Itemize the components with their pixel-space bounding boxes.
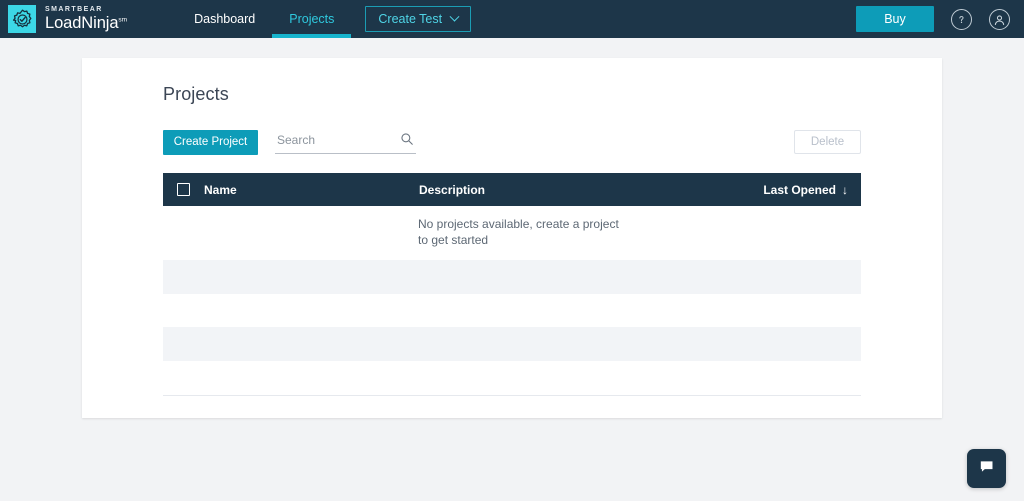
chat-bubble-icon bbox=[977, 457, 996, 481]
nav-tab-projects[interactable]: Projects bbox=[272, 0, 351, 38]
nav-right-actions: Buy bbox=[856, 6, 1024, 32]
nav-tabs: Dashboard Projects bbox=[177, 0, 351, 38]
card-inner: Projects Create Project Delete bbox=[82, 58, 942, 396]
brand-product: LoadNinjasm bbox=[45, 15, 127, 32]
buy-button[interactable]: Buy bbox=[856, 6, 934, 32]
table-footer-divider bbox=[163, 395, 861, 396]
nav-tab-projects-label: Projects bbox=[289, 12, 334, 26]
projects-toolbar: Create Project Delete bbox=[163, 129, 861, 155]
brand-company: SMARTBEAR bbox=[45, 6, 127, 13]
top-navigation-bar: SMARTBEAR LoadNinjasm Dashboard Projects… bbox=[0, 0, 1024, 38]
search-icon[interactable] bbox=[400, 132, 414, 151]
projects-table: Name Description Last Opened ↓ No projec… bbox=[163, 173, 861, 396]
brand-trademark: sm bbox=[118, 17, 127, 24]
page-title: Projects bbox=[163, 84, 861, 105]
user-circle-icon[interactable] bbox=[989, 9, 1010, 30]
create-project-button[interactable]: Create Project bbox=[163, 130, 258, 155]
search-input[interactable] bbox=[275, 133, 390, 150]
empty-state-message: No projects available, create a project … bbox=[163, 206, 623, 248]
select-all-checkbox[interactable] bbox=[177, 183, 190, 196]
column-header-last-opened[interactable]: Last Opened ↓ bbox=[763, 183, 848, 197]
column-header-name[interactable]: Name bbox=[204, 183, 419, 197]
chat-widget-button[interactable] bbox=[967, 449, 1006, 488]
placeholder-row bbox=[163, 327, 861, 361]
chevron-down-icon bbox=[450, 11, 460, 21]
projects-card: Projects Create Project Delete bbox=[82, 58, 942, 418]
create-test-button[interactable]: Create Test bbox=[365, 6, 471, 32]
column-header-description[interactable]: Description bbox=[419, 183, 739, 197]
ninja-star-check-icon bbox=[8, 5, 36, 33]
placeholder-row bbox=[163, 260, 861, 294]
delete-button[interactable]: Delete bbox=[794, 130, 861, 154]
brand-text: SMARTBEAR LoadNinjasm bbox=[45, 6, 127, 32]
create-test-label: Create Test bbox=[378, 12, 442, 26]
nav-tab-dashboard[interactable]: Dashboard bbox=[177, 0, 272, 38]
table-header-row: Name Description Last Opened ↓ bbox=[163, 173, 861, 206]
brand-logo[interactable]: SMARTBEAR LoadNinjasm bbox=[0, 0, 127, 38]
nav-tab-dashboard-label: Dashboard bbox=[194, 12, 255, 26]
sort-descending-icon: ↓ bbox=[842, 183, 848, 197]
page-body: Projects Create Project Delete bbox=[0, 38, 1024, 501]
brand-product-name: LoadNinja bbox=[45, 14, 118, 32]
column-header-last-opened-label: Last Opened bbox=[763, 183, 836, 197]
search-field bbox=[275, 130, 416, 154]
help-circle-icon[interactable] bbox=[951, 9, 972, 30]
